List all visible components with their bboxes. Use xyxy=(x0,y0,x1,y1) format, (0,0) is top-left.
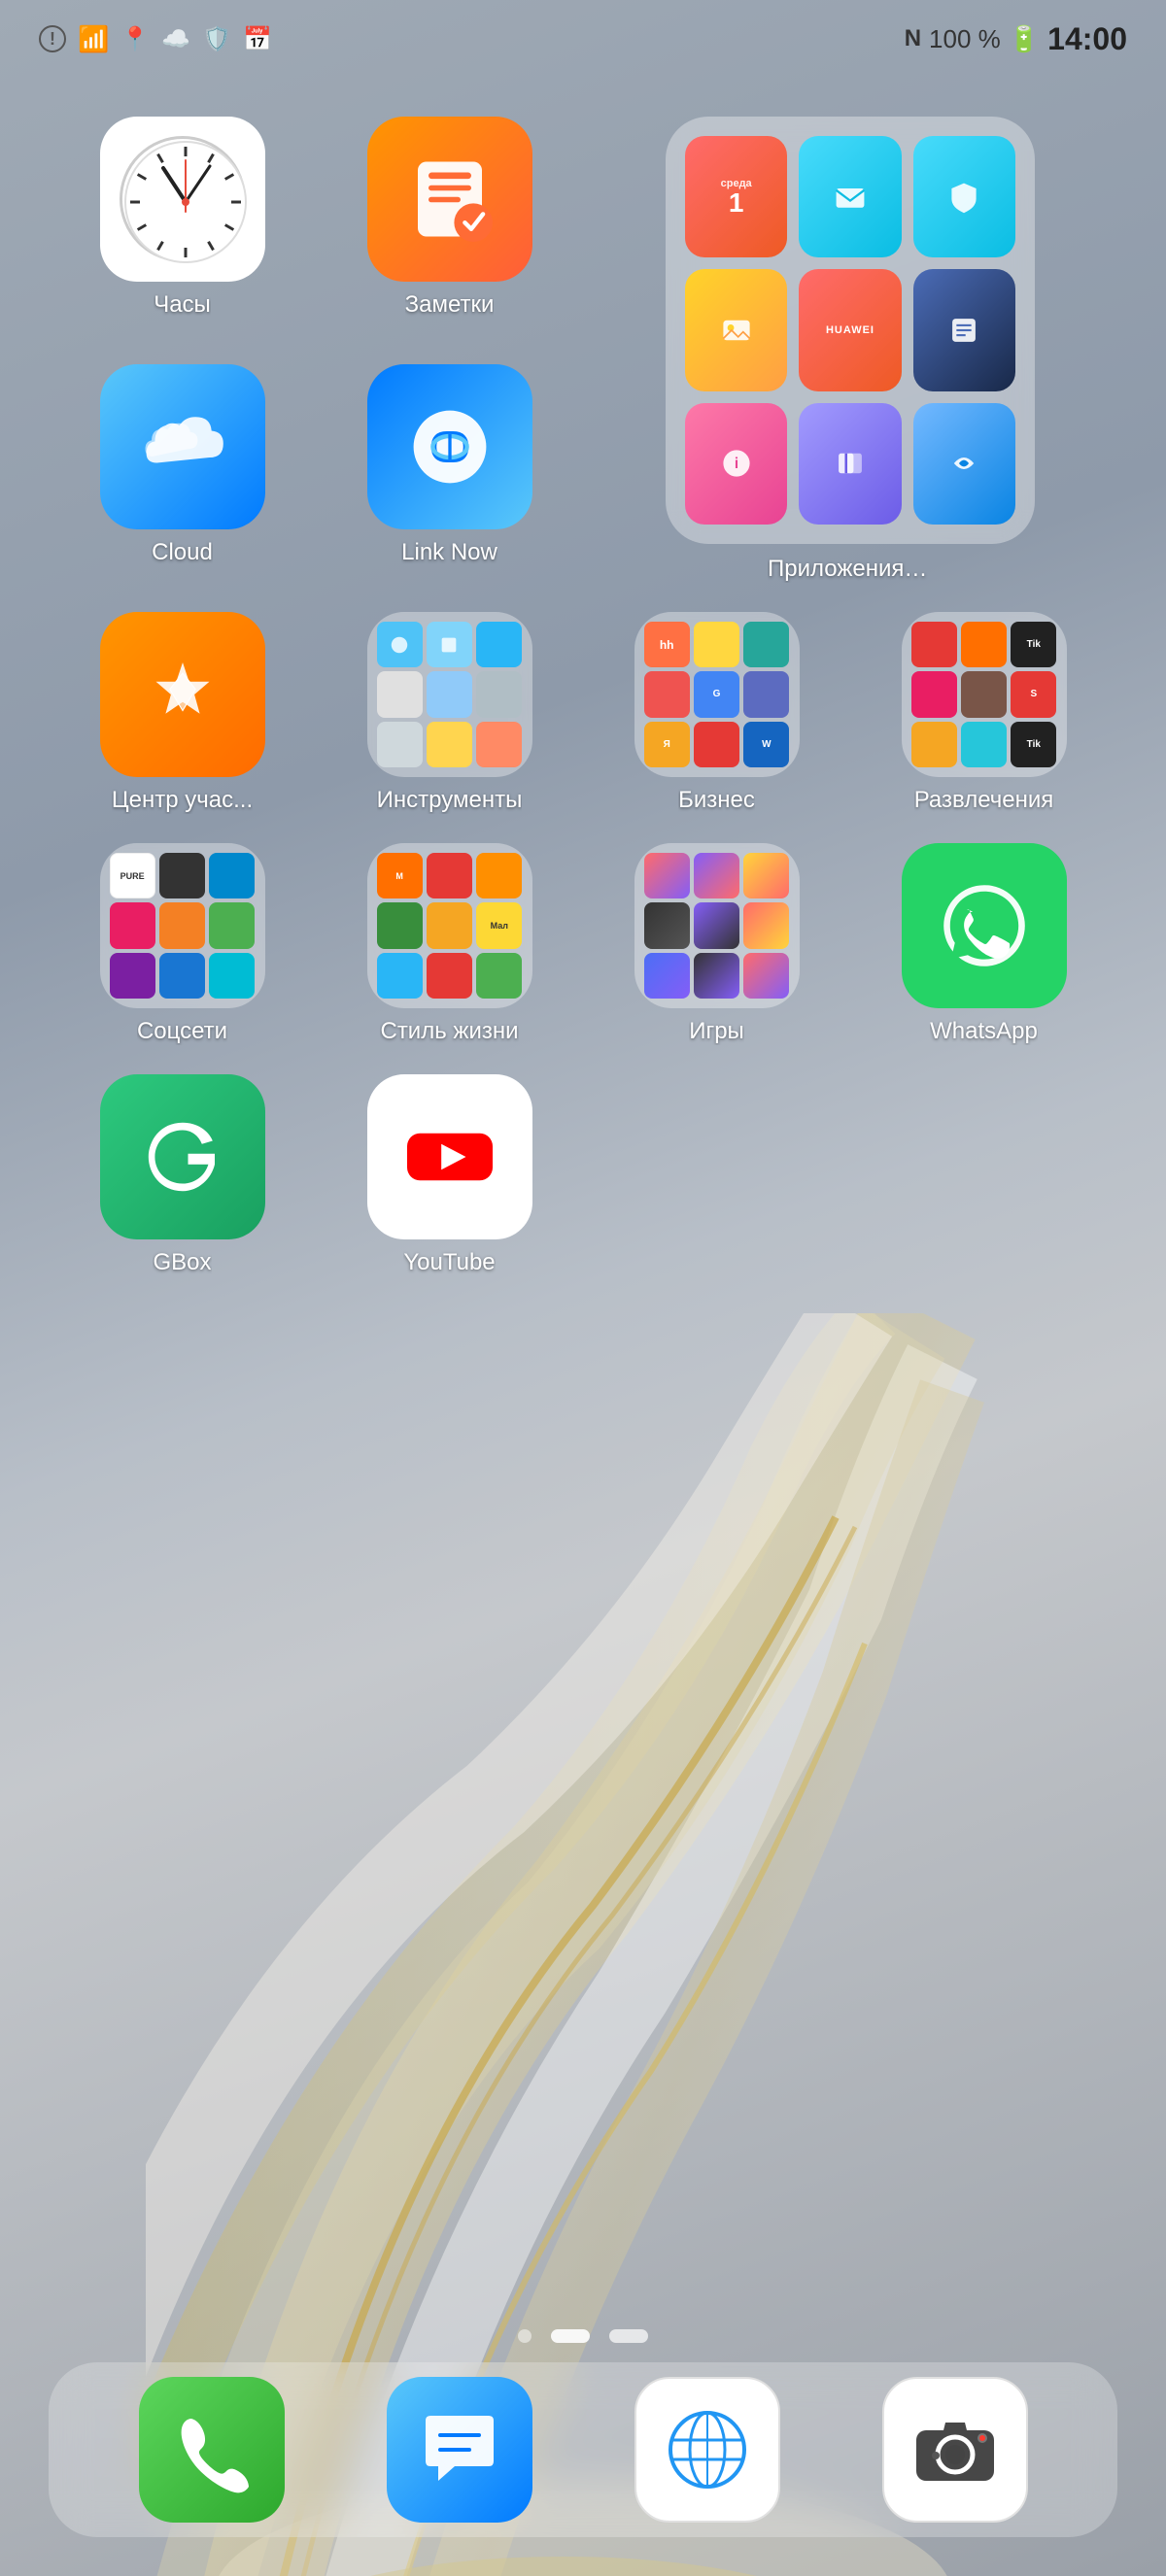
wifi-icon: 📶 xyxy=(78,24,109,54)
app-social-folder[interactable]: PURE Соцсети xyxy=(58,843,306,1045)
app-whatsapp[interactable]: WhatsApp xyxy=(860,843,1108,1045)
battery-icon: 🔋 xyxy=(1009,24,1040,54)
business-label: Бизнес xyxy=(678,787,755,814)
gbox-label: GBox xyxy=(153,1249,211,1276)
shield-icon: 🛡️ xyxy=(202,25,231,53)
app-gbox[interactable]: GBox xyxy=(58,1074,306,1276)
mini-mail xyxy=(799,136,901,257)
cloud-app-icon xyxy=(100,364,265,529)
camera-icon xyxy=(882,2377,1028,2523)
whatsapp-icon xyxy=(902,843,1067,1008)
status-left-icons: ! 📶 📍 ☁️ 🛡️ 📅 xyxy=(39,24,272,54)
dock-phone[interactable] xyxy=(139,2377,285,2523)
battery-percentage: 100 % xyxy=(929,24,1001,54)
app-linknow[interactable]: Link Now xyxy=(326,364,573,583)
loyalty-label: Центр учас... xyxy=(112,787,253,814)
browser-icon xyxy=(634,2377,780,2523)
status-bar: ! 📶 📍 ☁️ 🛡️ 📅 N 100 % 🔋 14:00 xyxy=(0,0,1166,78)
notes-icon xyxy=(367,117,532,282)
status-right: N 100 % 🔋 14:00 xyxy=(905,21,1127,57)
page-dots xyxy=(518,2329,648,2343)
calendar-icon: 📅 xyxy=(243,25,272,53)
app-huawei-folder[interactable]: среда 1 HUAWEI i xyxy=(593,117,1108,583)
mini-huawei-app: HUAWEI xyxy=(799,269,901,390)
alert-icon: ! xyxy=(39,25,66,52)
nfc-indicator: N xyxy=(905,25,921,52)
social-folder-icon: PURE xyxy=(100,843,265,1008)
mini-move xyxy=(913,403,1015,525)
loyalty-icon xyxy=(100,612,265,777)
youtube-icon xyxy=(367,1074,532,1239)
tools-label: Инструменты xyxy=(377,787,523,814)
whatsapp-label: WhatsApp xyxy=(930,1018,1038,1045)
youtube-label: YouTube xyxy=(403,1249,495,1276)
app-business-folder[interactable]: hh G Я W Бизнес xyxy=(593,612,840,814)
tools-folder-icon xyxy=(367,612,532,777)
gbox-icon xyxy=(100,1074,265,1239)
app-clock[interactable]: Часы xyxy=(58,117,306,335)
mini-calendar: среда 1 xyxy=(685,136,787,257)
lifestyle-folder-icon: M Мал xyxy=(367,843,532,1008)
notes-label: Заметки xyxy=(405,291,495,319)
app-cloud[interactable]: Cloud xyxy=(58,364,306,583)
dock xyxy=(49,2362,1117,2537)
entertainment-folder-icon: Tik S Tik xyxy=(902,612,1067,777)
svg-text:i: i xyxy=(735,456,738,472)
huawei-folder-box: среда 1 HUAWEI i xyxy=(666,117,1035,544)
mini-security xyxy=(913,136,1015,257)
dock-camera[interactable] xyxy=(882,2377,1028,2523)
page-dot-1[interactable] xyxy=(551,2329,590,2343)
messages-icon xyxy=(387,2377,532,2523)
business-folder-icon: hh G Я W xyxy=(634,612,800,777)
app-youtube[interactable]: YouTube xyxy=(326,1074,573,1276)
app-loyalty[interactable]: Центр учас... xyxy=(58,612,306,814)
mini-capcut xyxy=(799,403,901,525)
mini-memo xyxy=(913,269,1015,390)
games-label: Игры xyxy=(689,1018,744,1045)
linknow-icon xyxy=(367,364,532,529)
page-dot-0[interactable] xyxy=(518,2329,532,2343)
phone-icon xyxy=(139,2377,285,2523)
app-tools-folder[interactable]: Инструменты xyxy=(326,612,573,814)
location-icon: 📍 xyxy=(120,25,150,53)
lifestyle-label: Стиль жизни xyxy=(380,1018,518,1045)
app-games-folder[interactable]: Игры xyxy=(593,843,840,1045)
mini-info: i xyxy=(685,403,787,525)
page-dot-2[interactable] xyxy=(609,2329,648,2343)
app-notes[interactable]: Заметки xyxy=(326,117,573,335)
time-display: 14:00 xyxy=(1047,21,1127,57)
clock-icon xyxy=(100,117,265,282)
mini-gallery xyxy=(685,269,787,390)
app-lifestyle-folder[interactable]: M Мал Стиль жизни xyxy=(326,843,573,1045)
social-label: Соцсети xyxy=(137,1018,227,1045)
games-folder-icon xyxy=(634,843,800,1008)
linknow-label: Link Now xyxy=(401,539,497,566)
huawei-folder-label: Приложения Huawei xyxy=(768,556,933,583)
dock-messages[interactable] xyxy=(387,2377,532,2523)
home-grid: Часы Заметки среда 1 xyxy=(0,97,1166,1296)
clock-label: Часы xyxy=(154,291,211,319)
cloud-label: Cloud xyxy=(152,539,213,566)
app-entertainment-folder[interactable]: Tik S Tik Развлечения xyxy=(860,612,1108,814)
cloud-icon: ☁️ xyxy=(161,25,190,53)
dock-browser[interactable] xyxy=(634,2377,780,2523)
entertainment-label: Развлечения xyxy=(914,787,1054,814)
